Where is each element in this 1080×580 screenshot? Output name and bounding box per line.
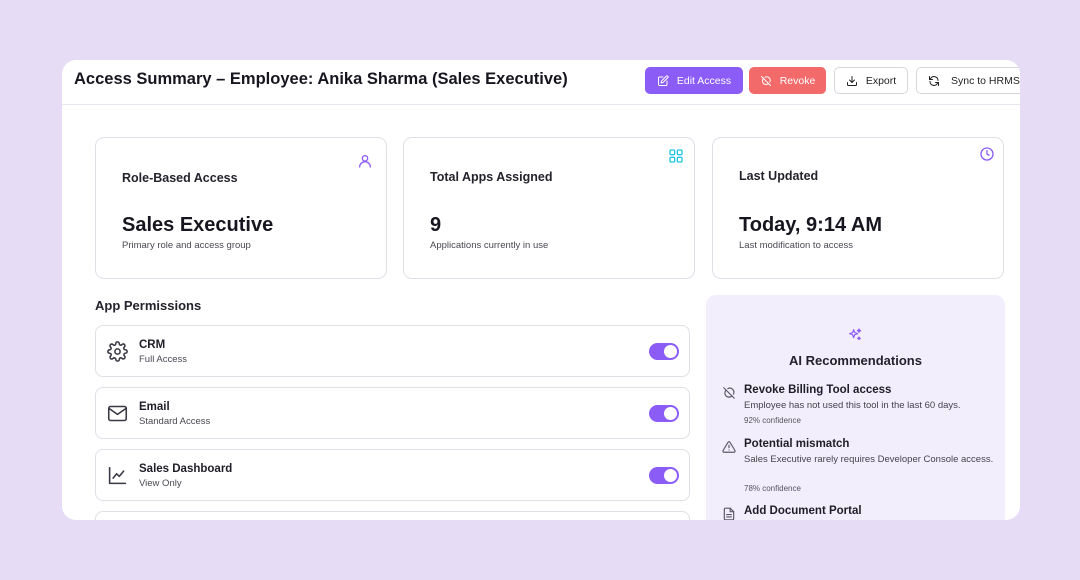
revoke-button[interactable]: Revoke xyxy=(749,67,826,94)
recommendation-item[interactable]: Revoke Billing Tool access Employee has … xyxy=(722,384,992,428)
user-icon xyxy=(359,155,371,168)
gear-icon xyxy=(107,341,128,362)
card-last-updated: Last Updated Today, 9:14 AM Last modific… xyxy=(712,137,1004,279)
page-header: Access Summary – Employee: Anika Sharma … xyxy=(62,60,1020,105)
card-label: Total Apps Assigned xyxy=(430,170,553,184)
card-subtitle: Applications currently in use xyxy=(430,240,549,251)
no-access-icon xyxy=(723,387,735,399)
edit-icon xyxy=(657,74,669,86)
app-permissions-title: App Permissions xyxy=(95,298,202,313)
permission-row-partial xyxy=(95,511,690,520)
sparkle-icon xyxy=(849,328,862,341)
permission-level: Full Access xyxy=(139,354,188,365)
recommendation-title: Add Document Portal xyxy=(744,505,862,517)
export-button[interactable]: Export xyxy=(834,67,908,94)
recommendation-item[interactable]: Potential mismatch Sales Executive rarel… xyxy=(722,438,994,496)
permission-level: View Only xyxy=(139,478,182,489)
recommendation-description: Employee has not used this tool in the l… xyxy=(744,400,961,411)
ai-recommendations-title: AI Recommendations xyxy=(789,353,922,368)
permission-row-sales-dashboard: Sales Dashboard View Only xyxy=(95,449,690,501)
permission-level: Standard Access xyxy=(139,416,211,427)
warning-icon xyxy=(722,441,736,453)
email-access-toggle[interactable] xyxy=(649,405,679,422)
card-value: 9 xyxy=(430,214,442,236)
recommendation-title: Potential mismatch xyxy=(744,438,850,450)
recommendation-confidence: 92% confidence xyxy=(744,416,801,425)
card-label: Last Updated xyxy=(739,169,819,183)
clock-icon xyxy=(980,147,994,161)
sync-hrms-label: Sync to HRMS xyxy=(951,74,1020,87)
recommendation-description: Sales Executive rarely requires Develope… xyxy=(744,454,994,465)
recommendation-confidence: 78% confidence xyxy=(744,484,801,493)
permission-app-name: Email xyxy=(139,401,170,413)
app-window: Access Summary – Employee: Anika Sharma … xyxy=(62,60,1020,520)
recommendation-title: Revoke Billing Tool access xyxy=(744,384,892,396)
card-subtitle: Last modification to access xyxy=(739,240,854,251)
permission-row-crm: CRM Full Access xyxy=(95,325,690,377)
crm-access-toggle[interactable] xyxy=(649,343,679,360)
sync-hrms-button[interactable]: Sync to HRMS xyxy=(916,67,1020,94)
page-title: Access Summary – Employee: Anika Sharma … xyxy=(74,70,568,88)
edit-access-label: Edit Access xyxy=(676,74,732,87)
refresh-icon xyxy=(929,75,939,86)
edit-access-button[interactable]: Edit Access xyxy=(645,67,743,94)
document-icon xyxy=(723,507,735,520)
mail-icon xyxy=(107,405,128,422)
chart-line-icon xyxy=(108,466,127,485)
card-role-based-access: Role-Based Access Sales Executive Primar… xyxy=(95,137,387,279)
card-label: Role-Based Access xyxy=(122,171,238,185)
sales-dashboard-access-toggle[interactable] xyxy=(649,467,679,484)
download-icon xyxy=(846,75,857,86)
revoke-label: Revoke xyxy=(779,74,816,87)
permission-app-name: Sales Dashboard xyxy=(139,463,233,475)
card-total-apps: Total Apps Assigned 9 Applications curre… xyxy=(403,137,695,279)
card-subtitle: Primary role and access group xyxy=(122,240,251,251)
revoke-icon xyxy=(760,75,771,86)
permission-row-email: Email Standard Access xyxy=(95,387,690,439)
ai-recommendations-panel: AI Recommendations Revoke Billing Tool a… xyxy=(706,295,1005,520)
permission-app-name: CRM xyxy=(139,339,166,351)
card-value: Sales Executive xyxy=(122,214,274,236)
card-value: Today, 9:14 AM xyxy=(739,214,882,236)
export-label: Export xyxy=(865,74,897,87)
recommendation-item[interactable]: Add Document Portal xyxy=(722,505,992,520)
apps-grid-icon xyxy=(669,149,683,163)
